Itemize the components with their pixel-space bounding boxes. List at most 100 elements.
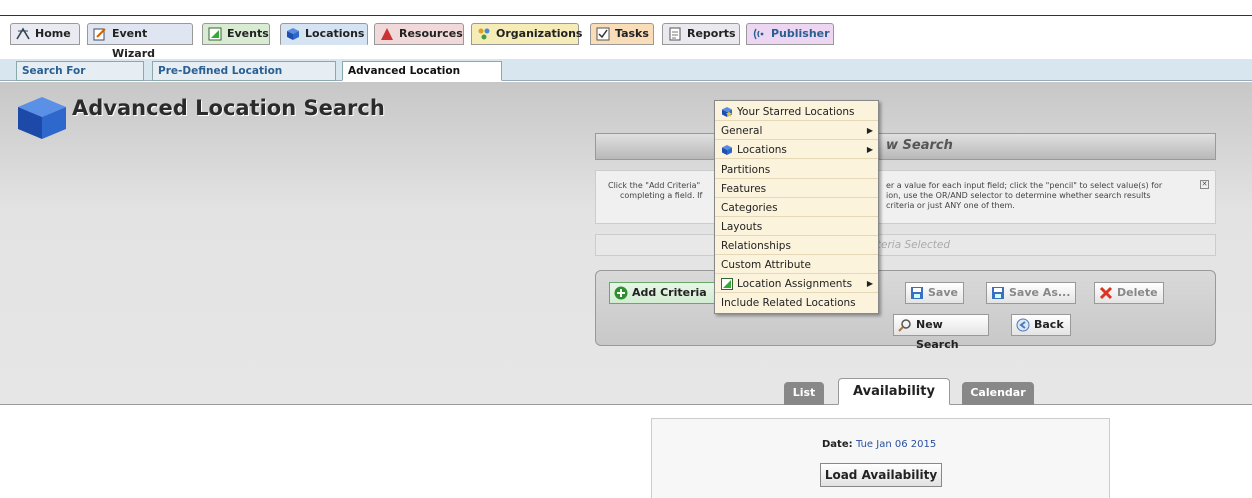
search-panel-header: w Search <box>595 133 1216 160</box>
add-criteria-button[interactable]: Add Criteria <box>609 282 715 304</box>
resources-icon <box>381 28 393 40</box>
availability-panel: Date: Tue Jan 06 2015 Load Availability <box>651 418 1110 498</box>
back-arrow-icon <box>1016 318 1030 332</box>
subtab-pre-defined-location-searches[interactable]: Pre-Defined Location Searches <box>152 61 336 95</box>
delete-button[interactable]: Delete <box>1094 282 1164 304</box>
back-button[interactable]: Back <box>1011 314 1071 336</box>
top-border <box>0 0 1252 16</box>
menu-item-label: Partitions <box>721 164 771 176</box>
menu-item-label: Locations <box>737 144 787 156</box>
search-panel-title: w Search <box>886 138 953 153</box>
menu-item-layouts[interactable]: Layouts <box>715 218 878 236</box>
cube-icon <box>722 145 732 155</box>
tab-resources-label: Resources <box>399 27 463 40</box>
menu-item-label: Layouts <box>721 221 763 233</box>
tab-tasks-label: Tasks <box>615 27 649 40</box>
tab-reports[interactable]: Reports <box>662 23 740 45</box>
events-icon <box>208 27 222 41</box>
instructions-text-right-1: er a value for each input field; click t… <box>886 181 1163 190</box>
menu-item-locations[interactable]: Locations ▶ <box>715 141 878 159</box>
add-criteria-menu: Your Starred Locations General ▶ Locatio… <box>714 100 879 314</box>
date-label: Date: <box>822 439 853 450</box>
tab-home[interactable]: Home <box>10 23 80 45</box>
add-criteria-label: Add Criteria <box>632 286 707 299</box>
tab-list[interactable]: List <box>784 382 824 405</box>
menu-item-relationships[interactable]: Relationships <box>715 237 878 255</box>
assignment-icon <box>721 278 733 290</box>
menu-item-features[interactable]: Features <box>715 180 878 198</box>
tab-reports-label: Reports <box>687 27 736 40</box>
load-availability-button[interactable]: Load Availability <box>820 463 942 487</box>
instructions-text-left-2: completing a field. If <box>620 191 703 200</box>
instructions-text-right-2: ion, use the OR/AND selector to determin… <box>886 191 1151 200</box>
new-search-label: New Search <box>916 318 959 351</box>
star-location-icon <box>722 107 732 117</box>
tab-calendar[interactable]: Calendar <box>962 382 1034 405</box>
main-navigation: Home Event Wizard Events Locations Resou… <box>0 17 1252 60</box>
menu-item-include-related-locations[interactable]: Include Related Locations <box>715 294 878 312</box>
cube-icon <box>287 28 299 40</box>
wizard-icon <box>93 28 106 41</box>
instructions-box: Click the "Add Criteria" completing a fi… <box>595 170 1216 224</box>
page-title: Advanced Location Search <box>72 96 385 120</box>
tab-organizations-label: Organizations <box>496 27 583 40</box>
save-as-button[interactable]: Save As... <box>986 282 1076 304</box>
magnifier-icon <box>898 319 911 332</box>
tab-events[interactable]: Events <box>202 23 270 45</box>
tab-resources[interactable]: Resources <box>374 23 464 45</box>
page-cube-icon <box>18 97 66 139</box>
save-as-label: Save As... <box>1009 286 1071 299</box>
menu-item-label: Features <box>721 183 767 195</box>
floppy-disk-icon <box>992 287 1004 299</box>
menu-item-label: Location Assignments <box>737 278 853 290</box>
submenu-arrow-icon: ▶ <box>866 126 873 135</box>
menu-item-label: Categories <box>721 202 778 214</box>
menu-item-label: General <box>721 125 763 137</box>
home-icon <box>16 27 30 40</box>
tab-event-wizard[interactable]: Event Wizard <box>87 23 193 60</box>
red-x-icon <box>1099 286 1113 300</box>
menu-item-categories[interactable]: Categories <box>715 199 878 217</box>
menu-item-label: Your Starred Locations <box>737 106 855 118</box>
subtab-advanced-location-search[interactable]: Advanced Location Search <box>342 61 502 95</box>
criteria-selected-bar: iteria Selected <box>595 234 1216 256</box>
subtab-search-for-locations[interactable]: Search For Locations <box>16 61 144 95</box>
organizations-icon <box>478 28 490 40</box>
tab-availability[interactable]: Availability <box>838 378 950 405</box>
tab-tasks[interactable]: Tasks <box>590 23 654 45</box>
menu-item-label: Relationships <box>721 240 791 252</box>
new-search-button[interactable]: New Search <box>893 314 989 351</box>
menu-item-location-assignments[interactable]: Location Assignments ▶ <box>715 275 878 293</box>
reports-icon <box>669 27 681 41</box>
tab-publisher[interactable]: Publisher <box>746 23 834 45</box>
instructions-text-right-3: criteria or just ANY one of them. <box>886 201 1015 210</box>
tab-event-wizard-label: Event Wizard <box>112 27 156 60</box>
tasks-icon <box>596 27 610 41</box>
plus-icon <box>614 286 628 300</box>
menu-item-custom-attribute[interactable]: Custom Attribute <box>715 256 878 274</box>
submenu-arrow-icon: ▶ <box>866 145 873 154</box>
sub-navigation: Search For Locations Pre-Defined Locatio… <box>0 59 1252 95</box>
no-criteria-text: iteria Selected <box>874 239 951 251</box>
menu-item-general[interactable]: General ▶ <box>715 122 878 140</box>
tab-organizations[interactable]: Organizations <box>471 23 583 45</box>
broadcast-icon <box>753 28 764 40</box>
tab-locations-label: Locations <box>305 27 365 40</box>
save-label: Save <box>928 286 958 299</box>
menu-item-label: Include Related Locations <box>721 297 856 309</box>
tab-home-label: Home <box>35 27 71 40</box>
date-value[interactable]: Tue Jan 06 2015 <box>856 439 936 450</box>
tab-locations[interactable]: Locations <box>280 23 368 45</box>
menu-item-label: Custom Attribute <box>721 259 811 271</box>
menu-item-partitions[interactable]: Partitions <box>715 161 878 179</box>
tab-events-label: Events <box>227 27 269 40</box>
menu-item-your-starred-locations[interactable]: Your Starred Locations <box>715 103 878 121</box>
delete-label: Delete <box>1117 286 1158 299</box>
tab-publisher-label: Publisher <box>771 27 830 40</box>
submenu-arrow-icon: ▶ <box>866 279 873 288</box>
back-label: Back <box>1034 318 1064 331</box>
close-instructions-icon[interactable]: ✕ <box>1200 180 1209 189</box>
save-button[interactable]: Save <box>905 282 964 304</box>
floppy-disk-icon <box>911 287 923 299</box>
instructions-text-left-1: Click the "Add Criteria" <box>608 181 701 190</box>
